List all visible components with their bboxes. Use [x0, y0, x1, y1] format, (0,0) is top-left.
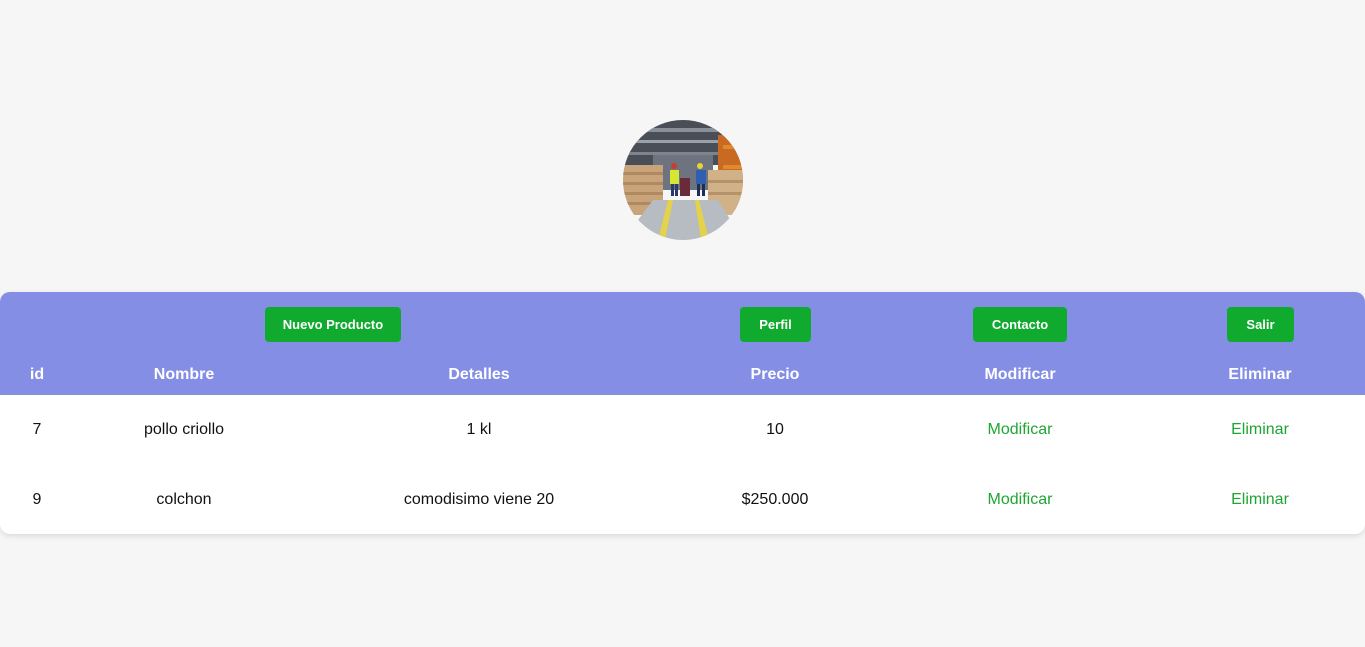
cell-precio: $250.000: [741, 491, 809, 508]
warehouse-photo: [623, 120, 743, 240]
logout-button[interactable]: Salir: [1227, 307, 1294, 342]
column-header-detalles: Detalles: [448, 366, 510, 383]
delete-link[interactable]: Eliminar: [1231, 421, 1289, 439]
cell-nombre: colchon: [156, 491, 212, 508]
table-header: Nuevo Producto Perfil Contacto Salir id …: [0, 292, 1365, 395]
modify-link[interactable]: Modificar: [988, 421, 1053, 439]
cell-nombre: pollo criollo: [143, 421, 225, 438]
new-product-button[interactable]: Nuevo Producto: [265, 307, 401, 342]
column-header-precio: Precio: [750, 366, 800, 383]
cell-id: 7: [32, 421, 42, 438]
cell-precio: 10: [766, 421, 784, 438]
delete-link[interactable]: Eliminar: [1231, 491, 1289, 509]
cell-detalles: 1 kl: [466, 421, 492, 438]
profile-button[interactable]: Perfil: [740, 307, 811, 342]
column-header-eliminar: Eliminar: [1228, 366, 1292, 383]
column-header-nombre: Nombre: [153, 366, 215, 383]
cell-detalles: comodisimo viene 20: [403, 491, 555, 508]
column-header-modificar: Modificar: [984, 366, 1056, 383]
products-table: Nuevo Producto Perfil Contacto Salir id …: [0, 292, 1365, 534]
modify-link[interactable]: Modificar: [988, 491, 1053, 509]
profile-avatar: [623, 120, 743, 240]
cell-id: 9: [32, 491, 42, 508]
contact-button[interactable]: Contacto: [973, 307, 1067, 342]
column-header-id: id: [29, 366, 45, 383]
page: Nuevo Producto Perfil Contacto Salir id …: [0, 0, 1365, 647]
